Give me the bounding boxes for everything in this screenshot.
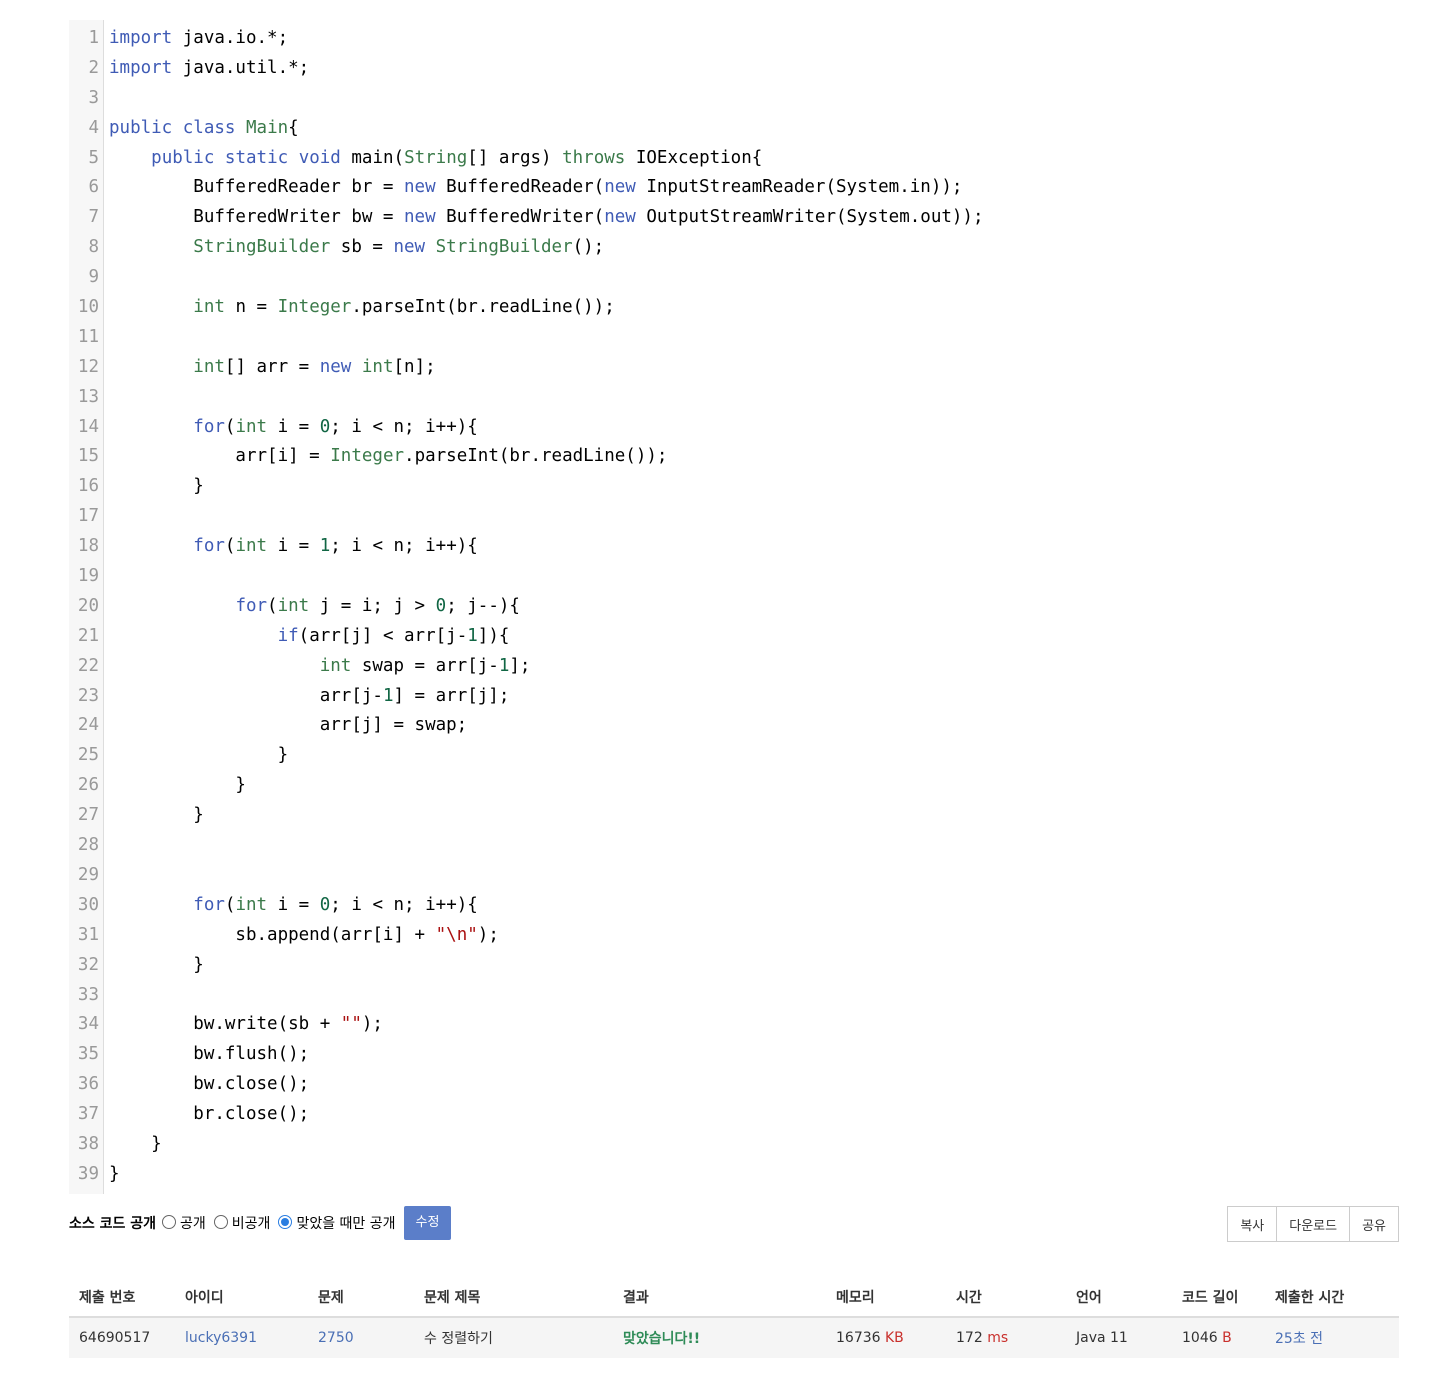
correct-only-label: 맞았을 때만 공개: [296, 1216, 396, 1232]
header-code-length: 코드 길이: [1172, 1278, 1265, 1318]
header-result: 결과: [613, 1278, 826, 1318]
result-status: 맞았습니다!!: [623, 1331, 701, 1347]
source-visibility-options: 소스 코드 공개 공개 비공개 맞았을 때만 공개 수정: [69, 1206, 452, 1240]
submission-id: 64690517: [69, 1317, 175, 1358]
memory-cell: 16736 KB: [826, 1317, 946, 1358]
time-cell: 172 ms: [946, 1317, 1066, 1358]
public-radio[interactable]: [162, 1215, 177, 1229]
private-label: 비공개: [231, 1216, 271, 1232]
time-unit: ms: [987, 1330, 1009, 1346]
edit-button[interactable]: 수정: [403, 1206, 452, 1240]
code-length-cell: 1046 B: [1172, 1317, 1265, 1358]
visibility-private-option[interactable]: 비공개: [213, 1213, 271, 1233]
correct-only-radio[interactable]: [278, 1215, 293, 1229]
source-visibility-title: 소스 코드 공개: [69, 1216, 157, 1232]
code-editor[interactable]: 1 import java.io.*; 2 import java.util.*; …: [69, 20, 1399, 1194]
header-submission-id: 제출 번호: [69, 1278, 175, 1318]
memory-unit: KB: [885, 1330, 904, 1346]
language: Java 11: [1066, 1317, 1172, 1358]
submitted-time-link[interactable]: 25초 전: [1275, 1331, 1323, 1347]
header-user-id: 아이디: [175, 1278, 308, 1318]
code-length-unit: B: [1222, 1330, 1232, 1346]
user-id-link[interactable]: lucky6391: [185, 1330, 257, 1346]
private-radio[interactable]: [213, 1215, 228, 1229]
time-value: 172: [956, 1330, 983, 1346]
header-language: 언어: [1066, 1278, 1172, 1318]
memory-value: 16736: [836, 1330, 881, 1346]
problem-title: 수 정렬하기: [414, 1317, 613, 1358]
problem-id-link[interactable]: 2750: [318, 1330, 354, 1346]
public-label: 공개: [180, 1216, 206, 1232]
table-row: 64690517 lucky6391 2750 수 정렬하기 맞았습니다!! 1…: [69, 1317, 1399, 1358]
header-problem: 문제: [308, 1278, 414, 1318]
share-button[interactable]: 공유: [1349, 1206, 1399, 1242]
visibility-correct-only-option[interactable]: 맞았을 때만 공개: [278, 1213, 396, 1233]
submission-table: 제출 번호 아이디 문제 문제 제목 결과 메모리 시간 언어 코드 길이 제출…: [69, 1278, 1399, 1358]
code-action-buttons: 복사 다운로드 공유: [1227, 1206, 1399, 1242]
table-header-row: 제출 번호 아이디 문제 문제 제목 결과 메모리 시간 언어 코드 길이 제출…: [69, 1278, 1399, 1318]
visibility-public-option[interactable]: 공개: [162, 1213, 206, 1233]
copy-button[interactable]: 복사: [1227, 1206, 1278, 1242]
header-time: 시간: [946, 1278, 1066, 1318]
download-button[interactable]: 다운로드: [1276, 1206, 1351, 1242]
header-problem-title: 문제 제목: [414, 1278, 613, 1318]
header-memory: 메모리: [826, 1278, 946, 1318]
code-length-value: 1046: [1182, 1330, 1218, 1346]
header-submitted-time: 제출한 시간: [1265, 1278, 1399, 1318]
